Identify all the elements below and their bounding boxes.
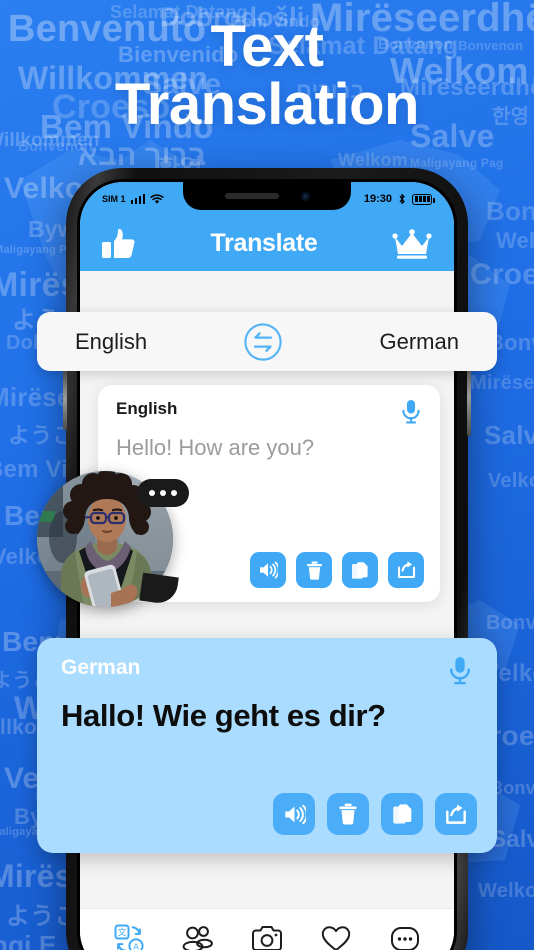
background-word: Bonvenon — [18, 138, 93, 155]
svg-text:文: 文 — [117, 926, 126, 938]
language-selector-bar: English German — [37, 312, 497, 371]
speaker-button[interactable] — [273, 793, 315, 835]
background-word: Bonvenon — [486, 196, 534, 226]
copy-icon — [352, 561, 368, 579]
nav-item-more[interactable] — [382, 919, 428, 950]
delete-button[interactable] — [296, 552, 332, 588]
speaker-button[interactable] — [250, 552, 286, 588]
promo-screenshot: BenvenutoDobrodošliMirëseerdhëtSelamat D… — [0, 0, 534, 950]
target-language-button[interactable]: German — [380, 329, 459, 355]
microphone-icon[interactable] — [400, 399, 422, 425]
background-word: Mirëse — [0, 382, 72, 412]
app-header: Translate — [80, 216, 454, 271]
background-word: ngi E — [0, 930, 57, 950]
nav-item-camera[interactable] — [244, 919, 290, 950]
share-button[interactable] — [388, 552, 424, 588]
nav-item-translate[interactable]: 文 A — [106, 919, 152, 950]
bottom-navigation: 文 A — [80, 908, 454, 950]
copy-button[interactable] — [342, 552, 378, 588]
background-word: Salve — [484, 420, 534, 450]
phone-notch — [183, 182, 351, 210]
title-line-2: Translation — [115, 72, 419, 137]
title-line-1: Text — [210, 14, 324, 79]
earpiece-speaker — [224, 193, 279, 199]
target-card-actions — [273, 793, 477, 835]
trash-icon — [306, 561, 322, 580]
background-word: Welkom — [496, 228, 534, 253]
background-word: Velkomin — [488, 470, 534, 492]
speaker-icon — [284, 804, 306, 824]
source-card-language-label: English — [116, 399, 178, 418]
typing-dot — [160, 490, 166, 496]
background-word: Mirës — [0, 858, 73, 894]
copy-icon — [392, 804, 411, 824]
heart-icon — [321, 925, 351, 950]
status-bar: SIM 1 19:30 — [80, 182, 454, 216]
front-camera — [300, 191, 310, 201]
background-word: Bonvenon — [486, 612, 534, 634]
more-icon — [391, 926, 420, 950]
camera-icon — [251, 925, 282, 950]
target-card-language-label: German — [61, 656, 141, 679]
source-language-button[interactable]: English — [75, 329, 147, 355]
svg-text:A: A — [133, 941, 139, 950]
page-title: Text Translation — [0, 18, 534, 134]
nav-item-favorites[interactable] — [313, 919, 359, 950]
background-word: Mirëseerdhët — [470, 372, 534, 394]
trash-icon — [339, 803, 357, 825]
cellular-signal-icon — [130, 194, 146, 204]
app-title: Translate — [210, 229, 318, 257]
translated-text[interactable]: Hallo! Wie geht es dir? — [37, 686, 497, 734]
copy-button[interactable] — [381, 793, 423, 835]
people-icon — [182, 925, 213, 950]
bluetooth-icon — [399, 194, 405, 204]
swap-languages-icon[interactable] — [243, 322, 283, 362]
share-button[interactable] — [435, 793, 477, 835]
share-icon — [397, 561, 415, 579]
background-word: Croeso — [470, 258, 534, 291]
translated-text-card: German Hallo! Wie geht es dir? — [37, 638, 497, 853]
typing-dot — [171, 490, 177, 496]
source-text[interactable]: Hello! How are you? — [98, 425, 440, 461]
share-icon — [446, 804, 466, 824]
speaker-icon — [260, 561, 278, 579]
avatar — [37, 471, 189, 607]
sim-label: SIM 1 — [102, 194, 126, 204]
battery-icon — [412, 193, 435, 205]
typing-dot — [149, 490, 155, 496]
nav-item-conversation[interactable] — [175, 919, 221, 950]
status-time: 19:30 — [363, 193, 392, 205]
wifi-icon — [150, 193, 164, 204]
delete-button[interactable] — [327, 793, 369, 835]
crown-icon[interactable] — [392, 228, 432, 260]
translate-icon: 文 A — [114, 924, 144, 950]
source-card-actions — [250, 552, 424, 588]
thumbs-up-icon[interactable] — [102, 228, 136, 260]
background-word: Welkom — [478, 880, 534, 902]
typing-indicator — [137, 479, 189, 507]
microphone-icon[interactable] — [447, 656, 473, 686]
background-word: Maligayang Pag — [410, 156, 504, 170]
